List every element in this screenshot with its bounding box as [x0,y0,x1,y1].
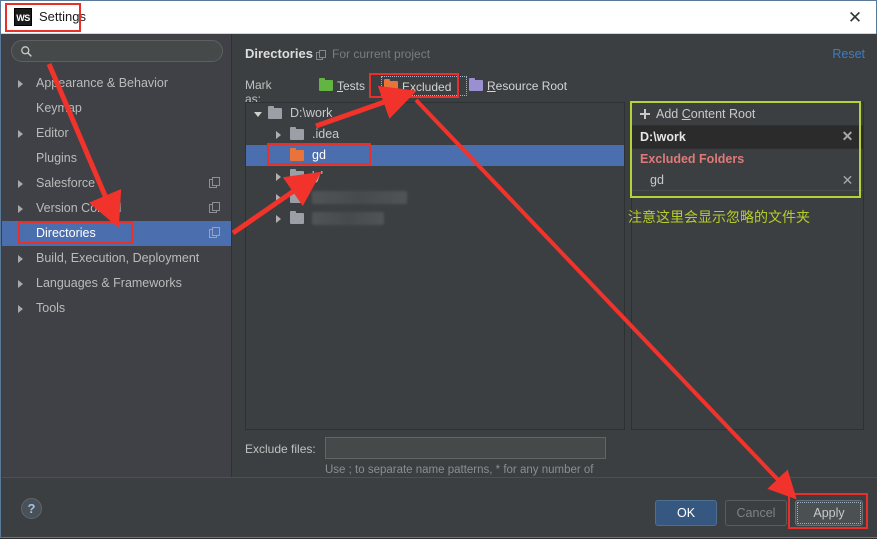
folder-icon [290,148,304,161]
sidebar-item-label: Keymap [36,101,82,115]
tree-row-label: gd [312,148,326,162]
content-root-path: D:\work [640,130,686,144]
project-scope-icon [209,177,221,189]
sidebar-item-version-control[interactable]: Version Control [2,196,231,221]
mark-as-label: Tests [337,79,366,93]
add-content-root-label: Add Content Root [656,107,756,121]
help-icon[interactable]: ? [21,498,42,519]
sidebar-item-label: Directories [36,226,96,240]
tree-row[interactable]: gd [246,145,624,166]
tree-row[interactable]: 'y' [246,166,624,187]
chevron-right-icon [18,80,23,88]
chevron-right-icon [18,130,23,138]
sidebar-item-appearance-behavior[interactable]: Appearance & Behavior [2,71,231,96]
mark-as-tests[interactable]: Tests [317,76,377,96]
sidebar-item-build-execution-deployment[interactable]: Build, Execution, Deployment [2,246,231,271]
chevron-right-icon [18,180,23,188]
apply-button[interactable]: Apply [795,500,863,526]
search-box[interactable] [11,40,223,62]
project-scope-icon [209,227,221,239]
close-icon[interactable]: ✕ [844,7,866,29]
folder-icon [268,106,282,119]
folder-icon [384,79,398,92]
sidebar-item-label: Tools [36,301,66,315]
folder-icon [290,169,304,182]
chevron-right-icon[interactable] [276,131,281,139]
sidebar-item-list: Appearance & Behavior Keymap Editor Plugins… [2,71,231,321]
mark-as-excluded[interactable]: Excluded [381,76,467,96]
search-input[interactable] [38,42,220,62]
content-roots-panel: Add Content Root D:\work ✕ Excluded Fold… [631,102,864,430]
reset-link[interactable]: Reset [832,47,865,61]
project-scope-icon [209,202,221,214]
folder-icon [469,78,483,91]
settings-sidebar: Appearance & Behavior Keymap Editor Plugins… [2,34,232,477]
page-subtitle: For current project [332,47,431,61]
chevron-right-icon[interactable] [276,173,281,181]
directories-panel: Directories For current project Reset Ma… [233,34,877,491]
folder-icon [290,211,304,224]
remove-excluded-folder-icon[interactable]: ✕ [840,173,855,188]
settings-dialog: WS Settings ✕ Appearance & Behavior Keyma… [0,0,877,538]
sidebar-item-label: Salesforce [36,176,96,190]
exclude-files-input[interactable] [325,437,606,459]
redacted-label [312,191,407,204]
cancel-button[interactable]: Cancel [725,500,787,526]
directory-tree[interactable]: D:\work .idea gd 'y' [245,102,625,430]
sidebar-item-directories[interactable]: Directories [2,221,231,246]
sidebar-item-label: Version Control [36,201,122,215]
chevron-right-icon[interactable] [276,194,281,202]
tree-row-label: D:\work [290,106,333,120]
sidebar-item-tools[interactable]: Tools [2,296,231,321]
folder-icon [290,127,304,140]
sidebar-item-label: Build, Execution, Deployment [36,251,200,265]
search-icon [21,46,32,57]
window-title: Settings [39,9,86,24]
excluded-folders-title: Excluded Folders [640,152,745,166]
tree-row-label: .idea [312,127,340,141]
tree-row[interactable] [246,187,624,208]
app-icon: WS [14,8,32,26]
sidebar-item-label: Editor [36,126,69,140]
dialog-footer: ? OK Cancel Apply [2,477,877,537]
page-title: Directories [245,46,313,61]
chevron-down-icon[interactable] [254,112,262,117]
project-scope-icon [316,50,327,61]
sidebar-item-keymap[interactable]: Keymap [2,96,231,121]
sidebar-item-plugins[interactable]: Plugins [2,146,231,171]
plus-icon [640,109,650,119]
chevron-right-icon [18,255,23,263]
mark-as-label: Resource Root [487,79,568,93]
sidebar-item-salesforce[interactable]: Salesforce [2,171,231,196]
tree-row[interactable]: D:\work [246,103,624,124]
excluded-folder-name: gd [650,173,664,187]
tree-row[interactable] [246,208,624,229]
chevron-right-icon [18,280,23,288]
folder-icon [319,78,333,91]
exclude-files-label: Exclude files: [245,442,316,456]
ok-button[interactable]: OK [655,500,717,526]
chevron-right-icon [18,305,23,313]
add-content-root-button[interactable]: Add Content Root [632,103,863,125]
redacted-label [312,212,384,225]
sidebar-item-label: Appearance & Behavior [36,76,169,90]
title-bar: WS Settings ✕ [1,1,876,34]
excluded-folder-row[interactable]: gd ✕ [632,170,863,191]
folder-icon [290,190,304,203]
mark-as-resource-root[interactable]: Resource Root [467,76,579,96]
chevron-right-icon [18,205,23,213]
tree-row-label: 'y' [312,169,324,183]
content-root-row[interactable]: D:\work ✕ [632,125,863,149]
sidebar-item-label: Plugins [36,151,77,165]
sidebar-item-languages-frameworks[interactable]: Languages & Frameworks [2,271,231,296]
sidebar-item-label: Languages & Frameworks [36,276,182,290]
remove-content-root-icon[interactable]: ✕ [840,129,855,144]
tree-row[interactable]: .idea [246,124,624,145]
mark-as-label: Excluded [402,80,452,94]
sidebar-item-editor[interactable]: Editor [2,121,231,146]
chevron-right-icon[interactable] [276,215,281,223]
